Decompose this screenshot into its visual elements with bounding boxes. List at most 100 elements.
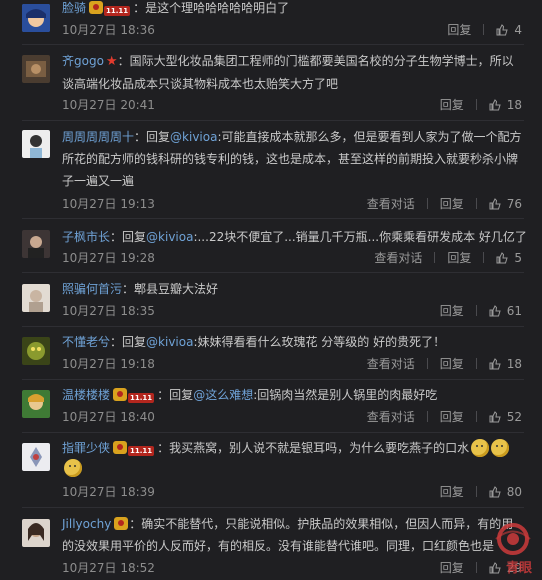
vip-badge-icon — [113, 441, 128, 454]
avatar-image — [22, 519, 50, 547]
avatar-image — [22, 55, 50, 83]
thumbs-up-icon — [496, 252, 509, 264]
like-button[interactable]: 18 — [489, 357, 522, 371]
star-badge-icon: ★ — [105, 54, 118, 69]
divider — [426, 411, 428, 422]
like-button[interactable]: 80 — [489, 485, 522, 499]
comment-meta: 10月27日 19:18 查看对话 回复 18 — [62, 355, 522, 373]
divider — [475, 198, 477, 209]
divider — [434, 252, 436, 263]
mention-link[interactable]: @kivioa — [146, 230, 193, 244]
like-button[interactable]: 61 — [489, 304, 522, 318]
username[interactable]: 照骗何首污 — [62, 282, 122, 296]
like-count: 52 — [506, 410, 522, 424]
username[interactable]: Jillyochy — [62, 517, 111, 531]
like-button[interactable]: 18 — [489, 98, 522, 112]
view-conversation-button[interactable]: 查看对话 — [367, 197, 415, 211]
view-conversation-button[interactable]: 查看对话 — [367, 410, 415, 424]
reply-button[interactable]: 回复 — [440, 197, 464, 211]
divider — [475, 99, 477, 110]
comment-text: 指罪少侠 11.11 ：我买燕窝，别人说不就是银耳吗，为什么要吃燕子的口水 — [62, 437, 524, 459]
comment-body: :...22块不便宜了...销量几千万瓶...你乘乘看研发成本 好几亿了 — [193, 230, 527, 244]
reply-button[interactable]: 回复 — [440, 410, 464, 424]
comment-meta: 10月27日 18:39 回复 80 — [62, 483, 522, 501]
reply-prefix: ：回复 — [134, 130, 171, 144]
avatar[interactable] — [22, 390, 50, 418]
avatar[interactable] — [22, 443, 50, 471]
vip-badge-icon — [113, 388, 128, 401]
separator — [22, 218, 524, 219]
separator — [22, 432, 524, 433]
avatar[interactable] — [22, 230, 50, 258]
comment-meta: 10月27日 18:36 回复 4 — [62, 21, 522, 39]
view-conversation-button[interactable]: 查看对话 — [374, 251, 422, 265]
like-button[interactable]: 5 — [496, 251, 522, 265]
like-button[interactable]: 76 — [489, 197, 522, 211]
reply-button[interactable]: 回复 — [440, 304, 464, 318]
timestamp: 10月27日 18:39 — [62, 485, 155, 499]
timestamp: 10月27日 19:18 — [62, 357, 155, 371]
avatar-image — [22, 390, 50, 418]
thumbs-up-icon — [489, 486, 501, 498]
username[interactable]: 指罪少侠 — [62, 441, 110, 455]
timestamp: 10月27日 18:40 — [62, 410, 155, 424]
comment-body: ：确实不能替代，只能说相似。护肤品的效果相似，但因人而异，有的用 — [129, 517, 514, 531]
username[interactable]: 温楼楼楼 — [62, 388, 110, 402]
separator — [22, 272, 524, 273]
timestamp: 10月27日 19:13 — [62, 197, 155, 211]
comment-body-cont: 谈高端化妆品成本只谈其物料成本也太贻笑大方了吧 — [62, 77, 339, 91]
username[interactable]: 齐gogo — [62, 54, 104, 68]
like-count: 61 — [506, 304, 522, 318]
like-button[interactable]: 52 — [489, 410, 522, 424]
thumbs-up-icon — [489, 305, 501, 317]
username[interactable]: 不懂老兮 — [62, 335, 110, 349]
avatar[interactable] — [22, 519, 50, 547]
mention-link[interactable]: @这么难想 — [193, 388, 253, 402]
reply-button[interactable]: 回复 — [447, 251, 471, 265]
comment-body: :妹妹得看看什么玫瑰花 分等级的 好的贵死了！ — [193, 335, 446, 349]
view-conversation-button[interactable]: 查看对话 — [367, 357, 415, 371]
like-button[interactable]: 4 — [496, 23, 522, 37]
divider — [475, 411, 477, 422]
reply-button[interactable]: 回复 — [440, 357, 464, 371]
avatar[interactable] — [22, 4, 50, 32]
avatar[interactable] — [22, 337, 50, 365]
thumbs-up-icon — [489, 99, 501, 111]
comment-text: 照骗何首污：郫县豆瓣大法好 — [62, 278, 524, 300]
comment-body: ：我买燕窝，别人说不就是银耳吗，为什么要吃燕子的口水 — [157, 441, 470, 455]
username[interactable]: 子枫市长 — [62, 230, 110, 244]
divider — [426, 198, 428, 209]
watermark-text: 青眼 — [505, 561, 532, 576]
avatar-image — [22, 337, 50, 365]
double11-badge: 11.11 — [104, 6, 131, 16]
avatar[interactable] — [22, 130, 50, 158]
like-count: 18 — [506, 98, 522, 112]
thumbs-up-icon — [496, 24, 509, 36]
mention-link[interactable]: @kivioa — [146, 335, 193, 349]
thumbs-up-icon — [489, 411, 501, 423]
reply-button[interactable]: 回复 — [440, 98, 464, 112]
reply-button[interactable]: 回复 — [447, 23, 471, 37]
username[interactable]: 周周周周周十 — [62, 130, 134, 144]
reply-button[interactable]: 回复 — [440, 485, 464, 499]
like-count: 5 — [514, 251, 522, 265]
emoji-icon — [491, 439, 510, 457]
thumbs-up-icon — [489, 198, 501, 210]
comment-body: ：郫县豆瓣大法好 — [122, 282, 219, 296]
reply-prefix: ：回复 — [110, 230, 147, 244]
username[interactable]: 脸骑 — [62, 1, 86, 15]
avatar-image — [22, 443, 50, 471]
avatar-image — [22, 4, 50, 32]
reply-prefix: ：回复 — [110, 335, 147, 349]
avatar[interactable] — [22, 284, 50, 312]
reply-button[interactable]: 回复 — [440, 561, 464, 575]
like-count: 76 — [506, 197, 522, 211]
comment-text: Jillyochy ：确实不能替代，只能说相似。护肤品的效果相似，但因人而异，有的… — [62, 513, 524, 557]
avatar-image — [22, 230, 50, 258]
comment-text: 脸骑 11.11 ：是这个理哈哈哈哈哈明白了 — [62, 0, 524, 19]
separator — [22, 507, 524, 508]
separator — [22, 44, 524, 45]
mention-link[interactable]: @kivioa — [170, 130, 217, 144]
like-count: 18 — [506, 357, 522, 371]
avatar[interactable] — [22, 55, 50, 83]
